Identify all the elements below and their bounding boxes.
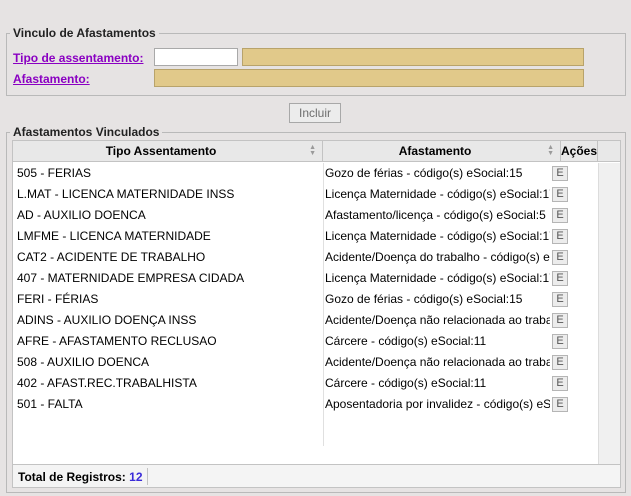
total-registros: Total de Registros: 12: [18, 470, 143, 484]
afastamento-link[interactable]: Afastamento:: [13, 72, 90, 86]
column-header-tipo-assentamento[interactable]: Tipo Assentamento ▲ ▼: [13, 141, 323, 162]
table-row[interactable]: 501 - FALTA Aposentadoria por invalidez -…: [13, 394, 598, 415]
footer-divider: [147, 468, 148, 485]
cell-tipo-assentamento: CAT2 - ACIDENTE DE TRABALHO: [17, 250, 206, 264]
edit-button[interactable]: E: [552, 187, 568, 202]
cell-afastamento: Acidente/Doença não relacionada ao traba…: [325, 313, 550, 327]
table-row[interactable]: 407 - MATERNIDADE EMPRESA CIDADA Licença …: [13, 268, 598, 289]
cell-afastamento: Acidente/Doença não relacionada ao traba…: [325, 355, 550, 369]
cell-tipo-assentamento: 508 - AUXILIO DOENCA: [17, 355, 150, 369]
afastamento-field: [154, 69, 584, 87]
edit-button[interactable]: E: [552, 292, 568, 307]
tipo-assentamento-link[interactable]: Tipo de assentamento:: [13, 51, 143, 65]
cell-afastamento: Cárcere - código(s) eSocial:11: [325, 376, 487, 390]
column-header-spacer: [598, 141, 620, 162]
table-row[interactable]: L.MAT - LICENCA MATERNIDADE INSS Licença …: [13, 184, 598, 205]
afastamentos-grid: Tipo Assentamento ▲ ▼ Afastamento ▲ ▼ Açõe…: [12, 140, 621, 488]
edit-button[interactable]: E: [552, 313, 568, 328]
cell-afastamento: Cárcere - código(s) eSocial:11: [325, 334, 487, 348]
tipo-assentamento-description-field: [242, 48, 584, 66]
edit-button[interactable]: E: [552, 376, 568, 391]
vinculo-legend: Vinculo de Afastamentos: [13, 26, 156, 40]
table-row[interactable]: ADINS - AUXILIO DOENÇA INSS Acidente/Doen…: [13, 310, 598, 331]
table-row[interactable]: FERI - FÉRIAS Gozo de férias - código(s) …: [13, 289, 598, 310]
table-row[interactable]: 402 - AFAST.REC.TRABALHISTA Cárcere - cód…: [13, 373, 598, 394]
vertical-scrollbar[interactable]: [598, 163, 620, 464]
edit-button[interactable]: E: [552, 334, 568, 349]
total-registros-count: 12: [129, 470, 143, 484]
column-header-acoes-label: Ações: [560, 144, 598, 158]
edit-button[interactable]: E: [552, 250, 568, 265]
grid-footer: Total de Registros: 12: [13, 464, 620, 487]
total-registros-label: Total de Registros:: [18, 470, 126, 484]
cell-tipo-assentamento: AFRE - AFASTAMENTO RECLUSAO: [17, 334, 217, 348]
cell-tipo-assentamento: ADINS - AUXILIO DOENÇA INSS: [17, 313, 197, 327]
table-row[interactable]: AD - AUXILIO DOENCA Afastamento/licença -…: [13, 205, 598, 226]
sort-icon[interactable]: ▲ ▼: [309, 144, 316, 157]
edit-button[interactable]: E: [552, 271, 568, 286]
tipo-assentamento-code-input[interactable]: [154, 48, 238, 66]
column-header-tipo-label: Tipo Assentamento: [105, 144, 217, 158]
cell-tipo-assentamento: 505 - FERIAS: [17, 166, 92, 180]
cell-afastamento: Afastamento/licença - código(s) eSocial:…: [325, 208, 546, 222]
cell-afastamento: Aposentadoria por invalidez - código(s) …: [325, 397, 550, 411]
column-header-afastamento[interactable]: Afastamento ▲ ▼: [323, 141, 561, 162]
edit-button[interactable]: E: [552, 355, 568, 370]
table-row[interactable]: AFRE - AFASTAMENTO RECLUSAO Cárcere - cód…: [13, 331, 598, 352]
sort-icon[interactable]: ▲ ▼: [547, 144, 554, 157]
vinculados-legend: Afastamentos Vinculados: [13, 125, 160, 139]
edit-button[interactable]: E: [552, 208, 568, 223]
cell-afastamento: Licença Maternidade - código(s) eSocial:…: [325, 187, 550, 201]
cell-tipo-assentamento: AD - AUXILIO DOENCA: [17, 208, 146, 222]
table-row[interactable]: 505 - FERIAS Gozo de férias - código(s) e…: [13, 163, 598, 184]
cell-tipo-assentamento: LMFME - LICENCA MATERNIDADE: [17, 229, 211, 243]
cell-afastamento: Gozo de férias - código(s) eSocial:15: [325, 292, 523, 306]
cell-tipo-assentamento: 501 - FALTA: [17, 397, 83, 411]
incluir-button[interactable]: Incluir: [289, 103, 341, 123]
cell-afastamento: Gozo de férias - código(s) eSocial:15: [325, 166, 523, 180]
table-row[interactable]: 508 - AUXILIO DOENCA Acidente/Doença não …: [13, 352, 598, 373]
edit-button[interactable]: E: [552, 229, 568, 244]
grid-body: 505 - FERIAS Gozo de férias - código(s) e…: [13, 163, 598, 415]
column-header-afastamento-label: Afastamento: [398, 144, 472, 158]
edit-button[interactable]: E: [552, 166, 568, 181]
cell-afastamento: Licença Maternidade - código(s) eSocial:…: [325, 271, 550, 285]
table-row[interactable]: LMFME - LICENCA MATERNIDADE Licença Mater…: [13, 226, 598, 247]
cell-afastamento: Acidente/Doença do trabalho - código(s) …: [325, 250, 550, 264]
column-header-acoes: Ações: [561, 141, 598, 162]
table-row[interactable]: CAT2 - ACIDENTE DE TRABALHO Acidente/Doen…: [13, 247, 598, 268]
edit-button[interactable]: E: [552, 397, 568, 412]
cell-tipo-assentamento: 407 - MATERNIDADE EMPRESA CIDADA: [17, 271, 245, 285]
cell-tipo-assentamento: L.MAT - LICENCA MATERNIDADE INSS: [17, 187, 235, 201]
cell-afastamento: Licença Maternidade - código(s) eSocial:…: [325, 229, 550, 243]
cell-tipo-assentamento: 402 - AFAST.REC.TRABALHISTA: [17, 376, 197, 390]
cell-tipo-assentamento: FERI - FÉRIAS: [17, 292, 99, 306]
